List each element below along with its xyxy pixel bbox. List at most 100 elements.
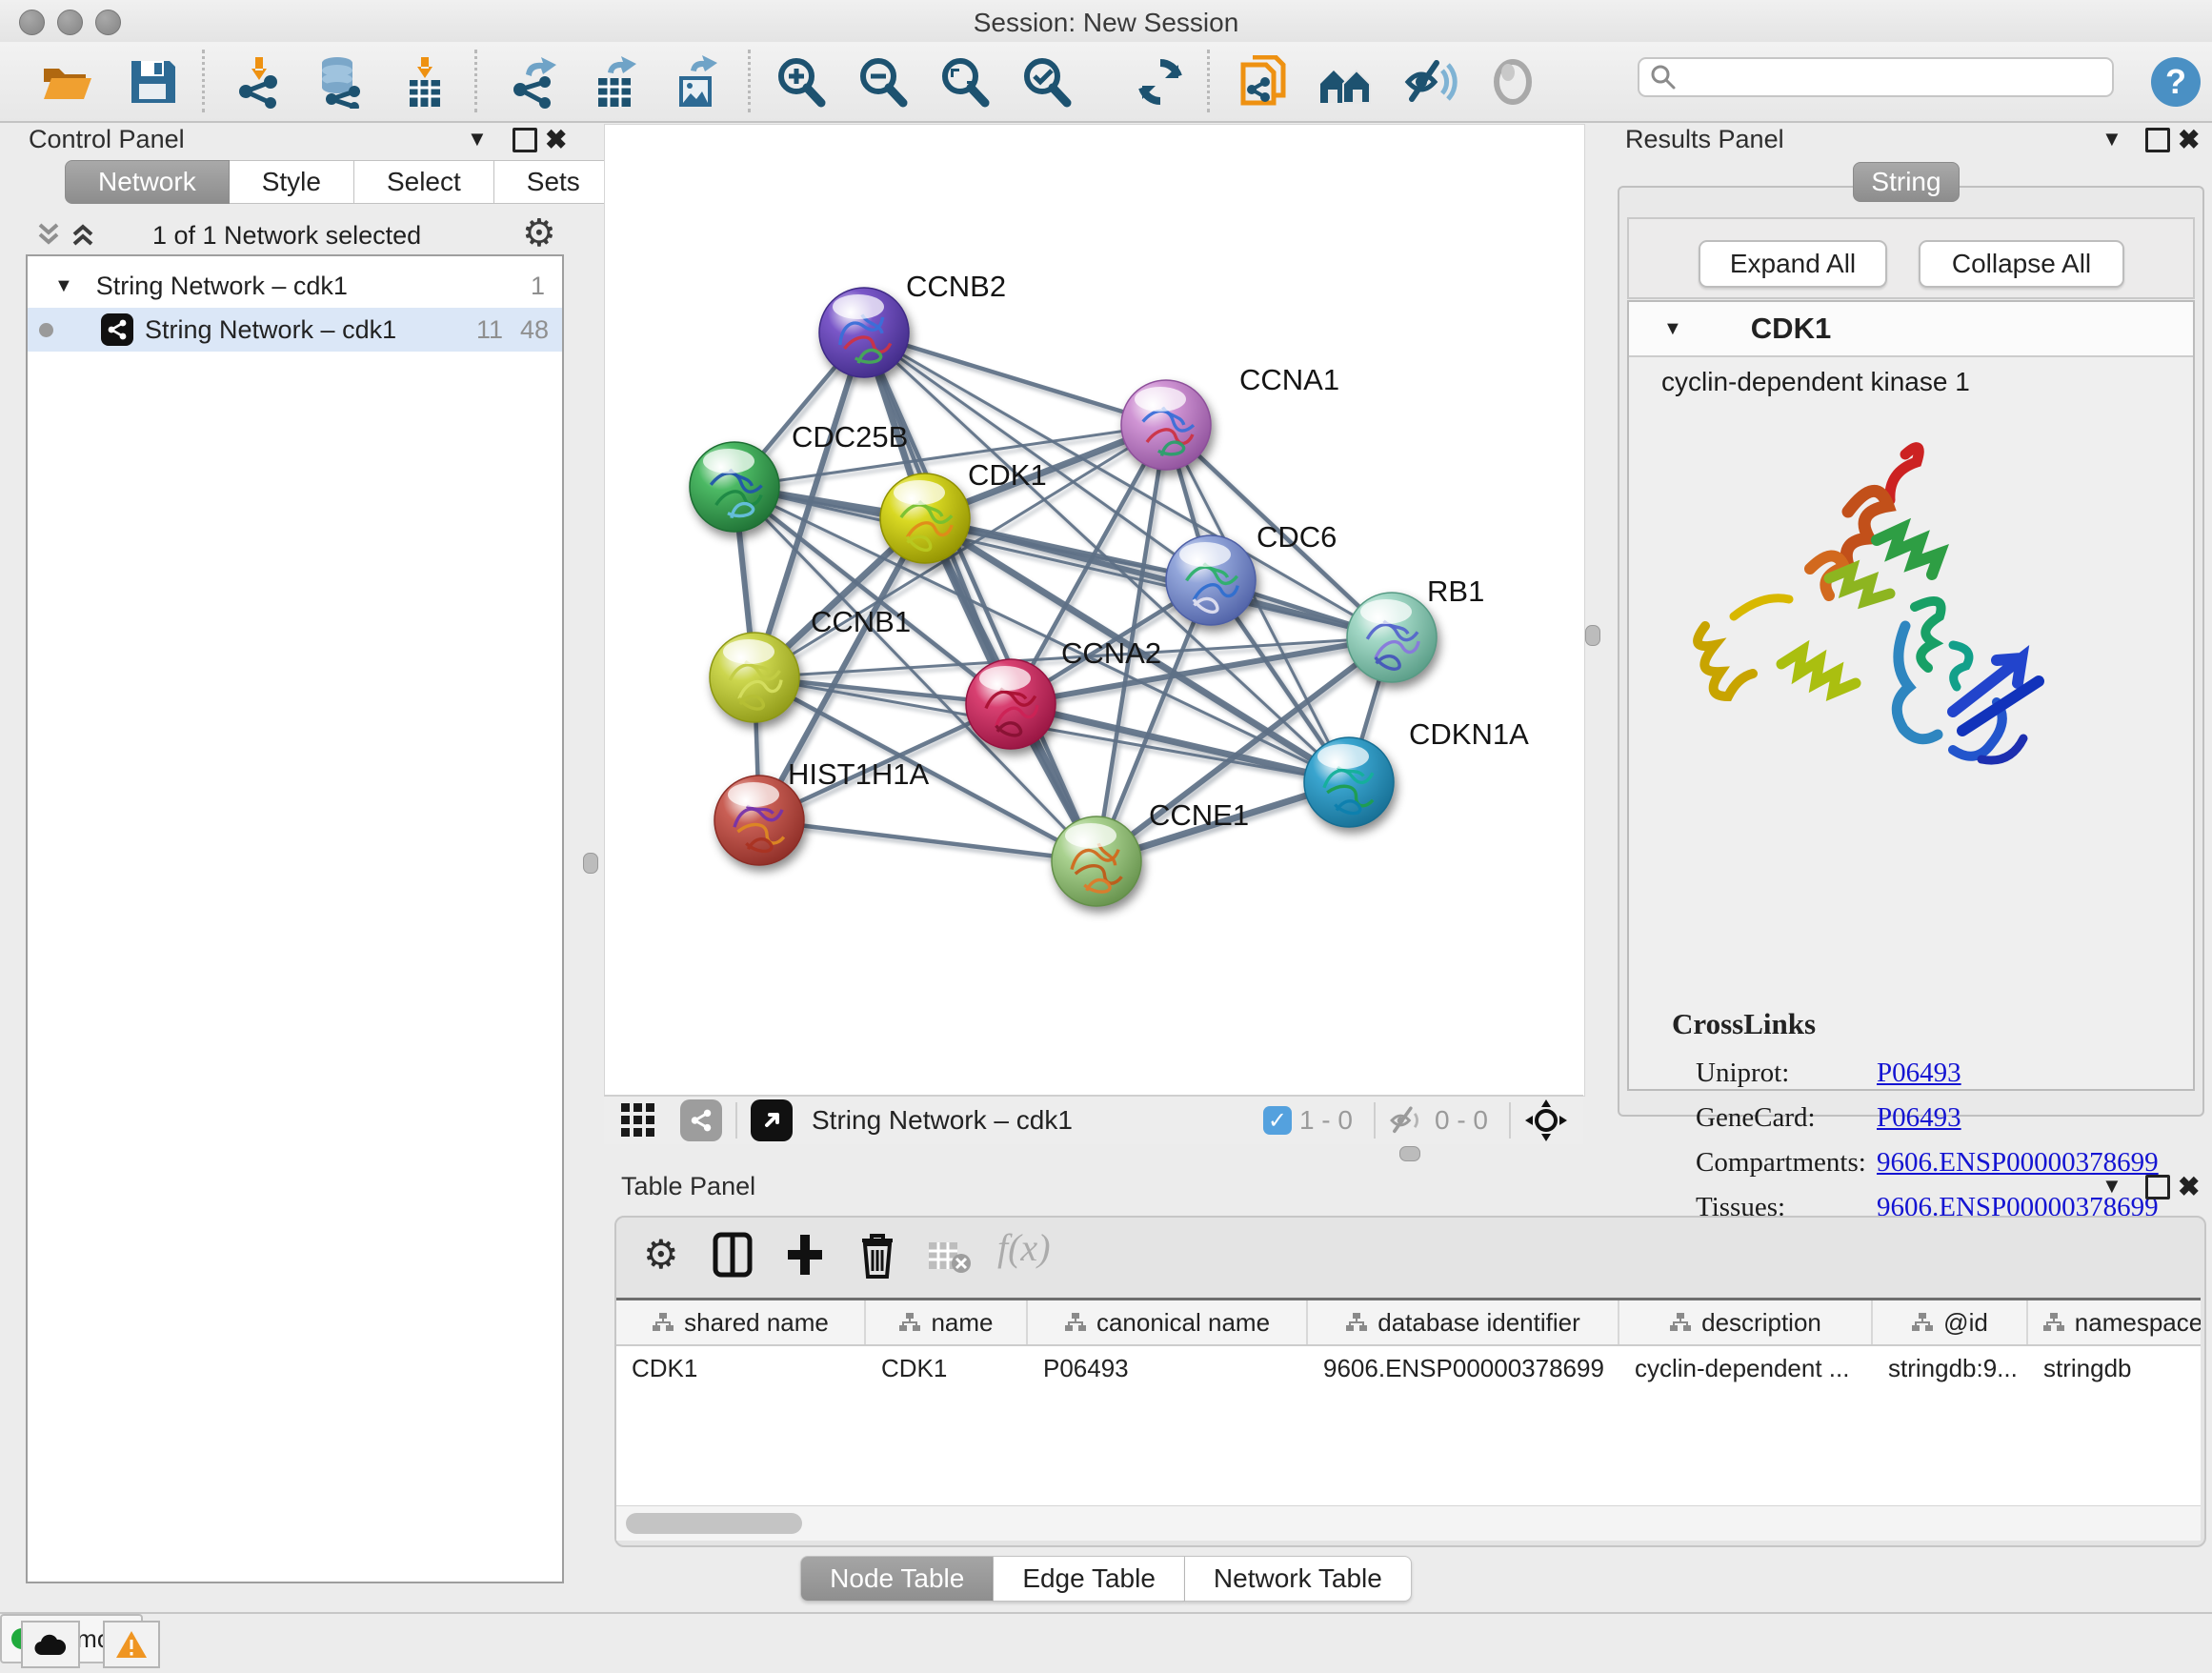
table-cell[interactable]: stringdb bbox=[2028, 1354, 2201, 1383]
table-cell[interactable]: cyclin-dependent ... bbox=[1619, 1354, 1873, 1383]
collapse-all-button[interactable]: Collapse All bbox=[1919, 240, 2124, 288]
table-panel-close-icon[interactable]: ✖ bbox=[2178, 1171, 2200, 1202]
node-CCNB2[interactable] bbox=[819, 288, 909, 377]
search-field[interactable] bbox=[1638, 57, 2114, 97]
table-cell[interactable]: 9606.ENSP00000378699 bbox=[1308, 1354, 1619, 1383]
column-header-shared-name[interactable]: shared name bbox=[616, 1300, 866, 1344]
network-canvas[interactable]: CCNB2CCNA1CDC25BCDK1CDC6RB1CCNB1CCNA2CDK… bbox=[604, 124, 1585, 1097]
table-cell[interactable]: CDK1 bbox=[866, 1354, 1028, 1383]
gene-expander-icon[interactable]: ▼ bbox=[1663, 318, 1682, 340]
column-header-database-identifier[interactable]: database identifier bbox=[1308, 1300, 1619, 1344]
selected-nodes-checkbox[interactable]: ✓ bbox=[1263, 1106, 1292, 1135]
add-column-icon[interactable] bbox=[784, 1231, 826, 1279]
table-horizontal-scrollbar[interactable] bbox=[616, 1505, 2201, 1541]
control-panel-float-icon[interactable] bbox=[513, 128, 537, 157]
node-CDC25B[interactable] bbox=[690, 442, 779, 532]
edge-HIST1H1A-CCNE1[interactable] bbox=[759, 820, 1096, 861]
table-panel-tabs: Node TableEdge TableNetwork Table bbox=[0, 1556, 2212, 1602]
crosslink-row: Compartments:9606.ENSP00000378699 bbox=[1696, 1140, 2159, 1185]
tab-string[interactable]: String bbox=[1853, 162, 1960, 202]
delete-table-icon[interactable] bbox=[927, 1240, 971, 1275]
results-panel-collapse-icon[interactable]: ▼ bbox=[2101, 127, 2122, 151]
grid-view-icon[interactable] bbox=[617, 1099, 659, 1141]
column-header-description[interactable]: description bbox=[1619, 1300, 1873, 1344]
zoom-in-icon[interactable] bbox=[774, 55, 827, 109]
open-session-icon[interactable] bbox=[40, 55, 93, 109]
export-image-icon[interactable] bbox=[670, 55, 723, 109]
node-CCNA2[interactable] bbox=[966, 659, 1056, 749]
tab-node-table[interactable]: Node Table bbox=[800, 1556, 994, 1602]
node-CCNE1[interactable] bbox=[1052, 816, 1141, 906]
show-glass-icon[interactable] bbox=[1486, 55, 1539, 109]
node-CDK1[interactable] bbox=[880, 474, 970, 563]
zoom-selected-icon[interactable] bbox=[1019, 55, 1073, 109]
import-network-file-icon[interactable] bbox=[232, 55, 286, 109]
tree-expander-icon[interactable]: ▼ bbox=[54, 275, 73, 297]
table-settings-gear-icon[interactable]: ⚙ bbox=[643, 1231, 679, 1278]
tab-sets[interactable]: Sets bbox=[494, 160, 613, 204]
hide-labels-icon[interactable] bbox=[1404, 55, 1458, 109]
results-panel-close-icon[interactable]: ✖ bbox=[2178, 124, 2200, 155]
table-panel-collapse-icon[interactable]: ▼ bbox=[2101, 1174, 2122, 1199]
right-splitter-handle[interactable] bbox=[1585, 625, 1600, 646]
node-CDKN1A[interactable] bbox=[1304, 737, 1394, 827]
refresh-icon[interactable] bbox=[1134, 55, 1187, 109]
left-splitter-handle[interactable] bbox=[583, 853, 598, 874]
export-network-icon[interactable] bbox=[509, 55, 562, 109]
tab-select[interactable]: Select bbox=[354, 160, 494, 204]
edge-CCNB2-CCNA1[interactable] bbox=[864, 333, 1166, 425]
node-label-CDC25B: CDC25B bbox=[792, 420, 908, 454]
control-panel-close-icon[interactable]: ✖ bbox=[545, 124, 567, 155]
fit-selected-crosshair-icon[interactable] bbox=[1524, 1099, 1568, 1142]
network-collection-row[interactable]: ▼ String Network – cdk1 1 bbox=[28, 264, 562, 308]
table-cell[interactable]: stringdb:9... bbox=[1873, 1354, 2028, 1383]
table-row[interactable]: CDK1CDK1P064939606.ENSP00000378699cyclin… bbox=[616, 1346, 2201, 1390]
node-CCNA1[interactable] bbox=[1121, 380, 1211, 470]
help-icon[interactable]: ? bbox=[2149, 55, 2202, 109]
network-options-gear-icon[interactable]: ⚙ bbox=[522, 212, 556, 255]
show-columns-icon[interactable] bbox=[712, 1231, 754, 1279]
crosslink-link[interactable]: P06493 bbox=[1877, 1102, 1961, 1134]
import-table-file-icon[interactable] bbox=[398, 55, 452, 109]
share-network-button[interactable] bbox=[680, 1099, 722, 1141]
collapse-all-tree-icon[interactable] bbox=[69, 219, 97, 250]
crosslink-link[interactable]: P06493 bbox=[1877, 1058, 1961, 1089]
edge-CCNA2-CDKN1A[interactable] bbox=[1011, 704, 1349, 782]
node-CCNB1[interactable] bbox=[710, 633, 799, 722]
tab-edge-table[interactable]: Edge Table bbox=[994, 1556, 1185, 1602]
column-header-name[interactable]: name bbox=[866, 1300, 1028, 1344]
warnings-button[interactable] bbox=[103, 1621, 160, 1668]
string-home-icon[interactable] bbox=[1318, 55, 1372, 109]
delete-column-icon[interactable] bbox=[856, 1231, 898, 1280]
export-table-icon[interactable] bbox=[589, 55, 642, 109]
results-panel-float-icon[interactable] bbox=[2145, 128, 2170, 157]
birdseye-view-button[interactable] bbox=[751, 1099, 793, 1141]
horizontal-splitter-handle[interactable] bbox=[1399, 1146, 1420, 1161]
tab-style[interactable]: Style bbox=[230, 160, 354, 204]
network-edge-count: 48 bbox=[520, 315, 549, 345]
share-document-icon[interactable] bbox=[1237, 55, 1291, 109]
cloud-button[interactable] bbox=[21, 1621, 80, 1668]
expand-all-button[interactable]: Expand All bbox=[1699, 240, 1887, 288]
network-row-selected[interactable]: String Network – cdk1 11 48 bbox=[28, 308, 562, 352]
zoom-out-icon[interactable] bbox=[855, 55, 909, 109]
import-network-database-icon[interactable] bbox=[312, 55, 366, 109]
column-header-namespace[interactable]: namespace bbox=[2028, 1300, 2201, 1344]
control-panel-collapse-icon[interactable]: ▼ bbox=[467, 127, 488, 151]
column-header-canonical-name[interactable]: canonical name bbox=[1028, 1300, 1308, 1344]
expand-all-tree-icon[interactable] bbox=[34, 219, 63, 250]
node-RB1[interactable] bbox=[1347, 593, 1437, 682]
table-panel-float-icon[interactable] bbox=[2145, 1175, 2170, 1204]
zoom-fit-icon[interactable] bbox=[937, 55, 991, 109]
table-cell[interactable]: CDK1 bbox=[616, 1354, 866, 1383]
column-header--id[interactable]: @id bbox=[1873, 1300, 2028, 1344]
search-input[interactable] bbox=[1678, 62, 2091, 93]
scrollbar-thumb[interactable] bbox=[626, 1513, 802, 1534]
table-panel-body: ⚙ f(x) shared namenamecanonical namedata… bbox=[614, 1216, 2206, 1547]
tab-network[interactable]: Network bbox=[65, 160, 230, 204]
gene-entry-header[interactable]: ▼ CDK1 bbox=[1629, 302, 2193, 357]
save-session-icon[interactable] bbox=[126, 55, 179, 109]
table-cell[interactable]: P06493 bbox=[1028, 1354, 1308, 1383]
tab-network-table[interactable]: Network Table bbox=[1185, 1556, 1412, 1602]
node-CDC6[interactable] bbox=[1166, 535, 1256, 625]
